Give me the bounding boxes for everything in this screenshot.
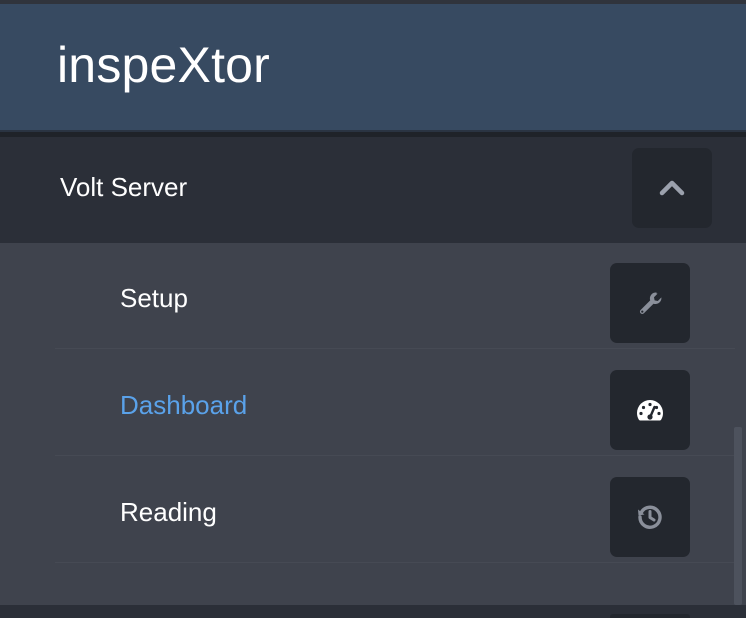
app-window: inspeXtor Volt Server Setup Dashboard Re…	[0, 0, 746, 618]
menu-divider	[55, 562, 735, 563]
submenu: Setup Dashboard Reading	[0, 243, 746, 605]
menu-item-dashboard[interactable]: Dashboard	[0, 350, 746, 456]
menu-item-label: Dashboard	[120, 390, 248, 420]
menu-item-reading[interactable]: Reading	[0, 457, 746, 563]
section-header-volt-server[interactable]: Volt Server	[0, 137, 746, 243]
reading-button[interactable]	[610, 477, 690, 557]
menu-item-label: Reading	[120, 497, 217, 527]
collapse-button[interactable]	[632, 148, 712, 228]
menu-item-label: Setup	[120, 283, 188, 313]
speedometer-icon	[635, 398, 665, 422]
next-section-button[interactable]	[610, 614, 690, 618]
chevron-up-icon	[659, 179, 685, 197]
app-title: inspeXtor	[57, 37, 271, 93]
scrollbar[interactable]	[734, 427, 742, 605]
setup-button[interactable]	[610, 263, 690, 343]
menu-divider	[55, 455, 735, 456]
menu-item-setup[interactable]: Setup	[0, 243, 746, 349]
history-icon	[636, 503, 664, 531]
wrench-icon	[636, 289, 664, 317]
dashboard-button[interactable]	[610, 370, 690, 450]
section-title: Volt Server	[60, 172, 188, 202]
menu-divider	[55, 348, 735, 349]
app-header: inspeXtor	[0, 4, 746, 132]
